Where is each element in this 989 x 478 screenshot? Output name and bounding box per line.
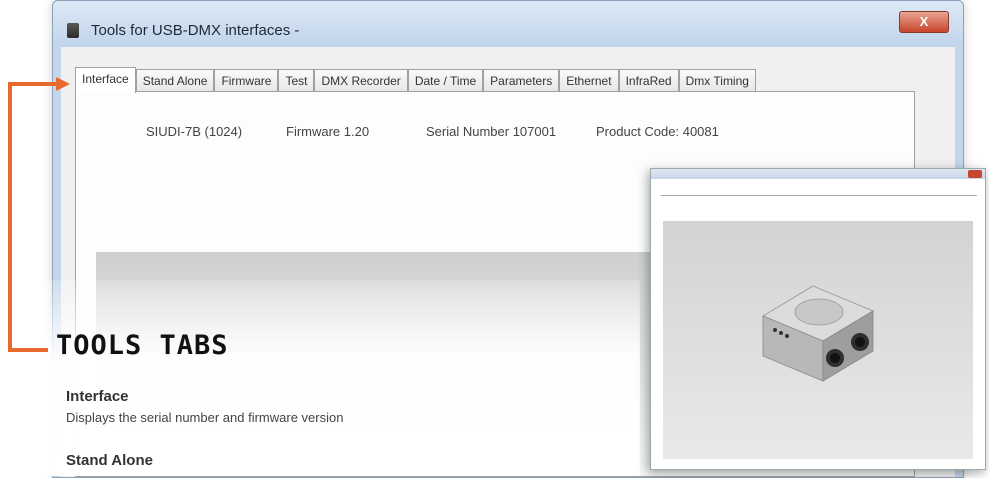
serial-number: Serial Number 107001: [426, 124, 557, 139]
item-heading-interface: Interface: [66, 388, 129, 405]
tab-strip: Interface Stand Alone Firmware Test DMX …: [75, 67, 756, 93]
product-code: Product Code: 40081: [596, 124, 719, 139]
item-heading-stand-alone: Stand Alone: [66, 452, 153, 469]
inset-title-bar: [651, 169, 985, 179]
tab-test[interactable]: Test: [278, 69, 315, 92]
tab-infrared[interactable]: InfraRed: [618, 69, 679, 92]
tab-parameters[interactable]: Parameters: [483, 69, 560, 92]
tab-stand-alone[interactable]: Stand Alone: [135, 69, 215, 92]
inset-device-preview: [663, 221, 973, 459]
device-screenshot: [650, 168, 986, 470]
firmware-version: Firmware 1.20: [286, 124, 370, 139]
window-title: Tools for USB-DMX interfaces -: [91, 22, 300, 39]
app-icon: [67, 23, 79, 38]
arrow-right-icon: [56, 77, 70, 91]
close-icon: [968, 170, 982, 178]
title-bar[interactable]: Tools for USB-DMX interfaces - X: [53, 1, 963, 47]
tab-date-time[interactable]: Date / Time: [407, 69, 484, 92]
callout-bracket-top: [8, 82, 58, 86]
tab-dmx-timing[interactable]: Dmx Timing: [678, 69, 756, 92]
tab-firmware[interactable]: Firmware: [214, 69, 279, 92]
inset-info-line: [691, 209, 965, 213]
tab-ethernet[interactable]: Ethernet: [559, 69, 619, 92]
close-button[interactable]: X: [899, 11, 949, 33]
device-name: SIUDI-7B (1024): [146, 124, 243, 139]
usb-dmx-device-image: [762, 285, 874, 382]
section-title: TOOLS TABS: [56, 330, 229, 361]
inset-tab-strip: [661, 187, 977, 196]
callout-bracket: [8, 82, 12, 352]
item-description-interface: Displays the serial number and firmware …: [66, 410, 344, 425]
tab-dmx-recorder[interactable]: DMX Recorder: [314, 69, 408, 92]
tab-interface[interactable]: Interface: [75, 67, 136, 93]
callout-bracket-bottom: [8, 348, 48, 352]
text-backdrop: [0, 280, 640, 476]
